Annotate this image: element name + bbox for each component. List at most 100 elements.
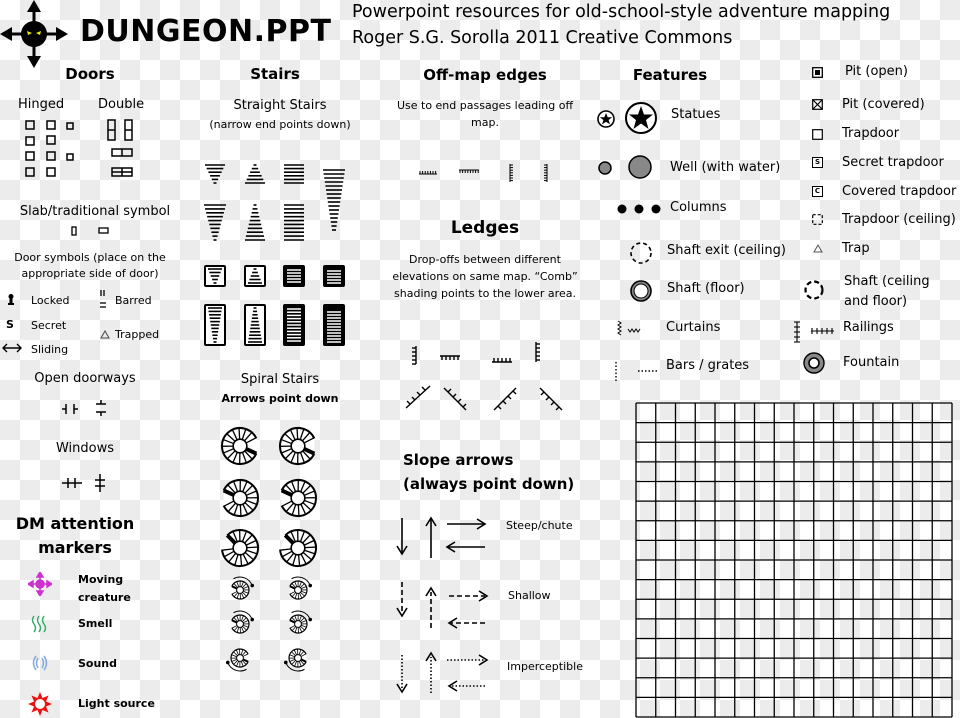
slope-heading-line1: Slope arrows [403,451,514,469]
trapdoor-ceiling-label: Trapdoor (ceiling) [842,212,956,227]
pit-covered-icon [812,99,823,110]
spiral-stair-small-4 [289,610,313,634]
secret-label: Secret [31,319,67,332]
moving-label-line2: creature [78,591,131,604]
ledges-heading: Ledges [450,218,520,238]
light-source-label: Light source [78,697,155,710]
barred-label: Barred [115,294,152,307]
spiral-stair-small-6 [283,648,307,672]
spiral-stair-large-1 [221,427,258,465]
ledge-icons [400,340,570,420]
offmap-note: Use to end passages leading off map. [396,99,574,129]
locked-icon [6,293,16,307]
spiral-stairs-note: Arrows point down [221,392,339,405]
curtain-icons [614,319,654,339]
hinged-door-icons [20,118,80,180]
double-label: Double [98,97,145,112]
double-door-icons [105,118,141,180]
curtains-label: Curtains [666,320,721,335]
spiral-stair-large-4 [280,479,317,517]
secret-trapdoor-icon: S [812,157,823,168]
shaft-exit-icon [629,241,653,265]
pit-covered-label: Pit (covered) [842,97,925,112]
statues-label: Statues [671,107,721,122]
straight-stair-icons [200,160,360,360]
covered-trapdoor-label: Covered trapdoor [842,184,957,199]
subtitle-line-1: Powerpoint resources for old-school-styl… [352,2,891,22]
sliding-label: Sliding [31,343,69,356]
shaft-floor-icon [629,279,653,303]
trap-label: Trap [842,241,870,256]
dm-heading-line2: markers [38,538,112,557]
offmap-edge-icons [415,160,555,190]
steep-label: Steep/chute [506,519,573,532]
fountain-icon [802,351,826,375]
door-symbols-note: Door symbols (place on the appropriate s… [14,251,166,280]
trapdoor-label: Trapdoor [842,126,900,141]
well-label: Well (with water) [670,160,781,175]
shaft-both-icon [803,279,825,301]
doors-heading: Doors [65,65,115,83]
stairs-heading: Stairs [250,65,300,83]
column-icons [616,203,662,215]
spiral-stair-large-5 [221,529,259,567]
straight-stairs-note: (narrow end points down) [209,118,351,131]
window-icons [60,472,110,494]
shaft-both-label: Shaft (ceiling and floor) [844,272,930,312]
imperceptible-label: Imperceptible [507,660,583,673]
railings-label: Railings [843,320,894,335]
trap-icon [813,244,823,253]
steep-arrows [396,516,487,558]
stair-up-medium [245,204,265,241]
fountain-label: Fountain [843,355,900,370]
secret-icon: S [6,318,14,331]
moving-creature-label: Moving creature [78,571,131,607]
smell-icon [30,614,50,634]
barred-icon [99,289,107,311]
open-doorway-icons [60,398,110,420]
offmap-heading: Off-map edges [423,66,547,84]
straight-stairs-label: Straight Stairs [233,98,327,113]
stair-flat-small [284,164,304,184]
spiral-stair-small-2 [289,576,313,600]
subtitle-line-2: Roger S.G. Sorolla 2011 Creative Commons [352,28,733,48]
sliding-icon [2,342,22,354]
statue-icons [596,102,660,136]
slab-label: Slab/traditional symbol [19,204,171,219]
secret-trapdoor-label: Secret trapdoor [842,155,944,170]
slope-arrows-heading: Slope arrows (always point down) [403,448,574,496]
compass-logo-icon [0,0,68,68]
stair-down-medium [204,204,226,241]
spiral-stair-large-2 [279,427,316,465]
light-source-icon [28,692,52,716]
slab-door-icons [70,226,110,238]
railing-icons [791,320,841,344]
ledges-note: Drop-offs between different elevations o… [392,253,578,300]
windows-label: Windows [55,441,115,456]
moving-label-line1: Moving [78,573,124,586]
stair-up-small [245,164,265,184]
smell-label: Smell [78,617,113,630]
features-heading: Features [632,66,708,84]
trapdoor-ceiling-icon [812,214,823,225]
moving-creature-icon [28,572,52,596]
trapped-label: Trapped [115,328,160,341]
spiral-stair-small-3 [231,610,255,634]
columns-label: Columns [670,200,727,215]
stair-down-long [323,169,345,231]
open-doorways-label: Open doorways [34,371,136,386]
sound-label: Sound [78,657,118,670]
trapped-icon [100,330,110,339]
spiral-stair-icons [220,418,340,678]
shaft-both-line1: Shaft (ceiling [844,274,930,289]
dm-heading-line1: DM attention [15,514,135,533]
shaft-floor-label: Shaft (floor) [667,281,745,296]
well-icons [596,155,660,181]
shallow-label: Shallow [508,589,551,602]
stair-flat-medium [284,204,304,241]
covered-trapdoor-icon: C [812,186,823,197]
pit-open-label: Pit (open) [845,64,908,79]
dm-markers-heading: DM attention markers [0,512,150,560]
pit-open-icon [812,67,823,78]
map-grid [635,402,953,718]
